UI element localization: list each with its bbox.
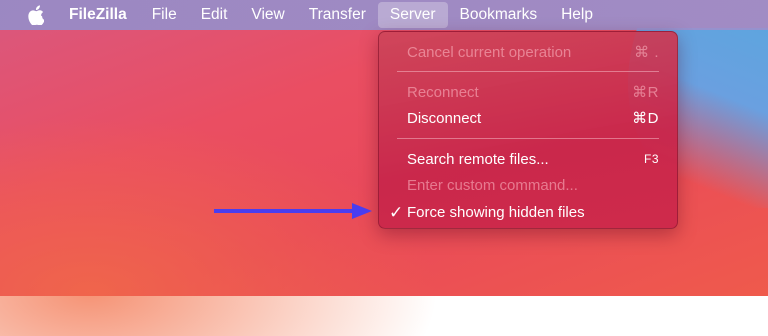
menu-item-label: Reconnect (407, 83, 479, 101)
menu-item-cancel-current-operation[interactable]: Cancel current operation ⌘ . (379, 40, 677, 64)
menu-item-enter-custom-command[interactable]: Enter custom command... (379, 173, 677, 197)
menu-transfer[interactable]: Transfer (297, 0, 378, 30)
menu-item-reconnect[interactable]: Reconnect ⌘R (379, 80, 677, 104)
menu-file[interactable]: File (140, 0, 189, 30)
apple-logo-icon[interactable] (26, 5, 44, 25)
annotation-arrow-icon (214, 203, 372, 219)
menu-server[interactable]: Server (377, 2, 448, 28)
checkmark-icon: ✓ (389, 202, 404, 222)
menu-item-shortcut: F3 (643, 152, 659, 166)
server-menu-dropdown: Cancel current operation ⌘ . Reconnect ⌘… (378, 31, 678, 229)
menu-item-label: Disconnect (407, 109, 482, 127)
menu-item-shortcut: ⌘D (632, 110, 659, 127)
menu-bar: FileZilla File Edit View Transfer Server… (0, 0, 768, 30)
menu-item-force-showing-hidden-files[interactable]: ✓ Force showing hidden files (379, 200, 677, 224)
menu-item-label: Enter custom command... (407, 176, 578, 194)
menu-separator (397, 138, 659, 139)
menu-view[interactable]: View (239, 0, 296, 30)
menu-edit[interactable]: Edit (189, 0, 240, 30)
menu-item-label: Cancel current operation (407, 43, 572, 61)
menu-bookmarks[interactable]: Bookmarks (448, 0, 550, 30)
menu-item-disconnect[interactable]: Disconnect ⌘D (379, 106, 677, 130)
menu-item-label: Search remote files... (407, 150, 549, 168)
menu-separator (397, 71, 659, 72)
menu-help[interactable]: Help (549, 0, 605, 30)
menu-item-shortcut: ⌘R (632, 84, 659, 101)
menu-item-shortcut: ⌘ . (634, 44, 659, 61)
menu-item-search-remote-files[interactable]: Search remote files... F3 (379, 147, 677, 171)
menu-app-filezilla[interactable]: FileZilla (69, 0, 140, 30)
menu-item-label: Force showing hidden files (407, 203, 585, 221)
